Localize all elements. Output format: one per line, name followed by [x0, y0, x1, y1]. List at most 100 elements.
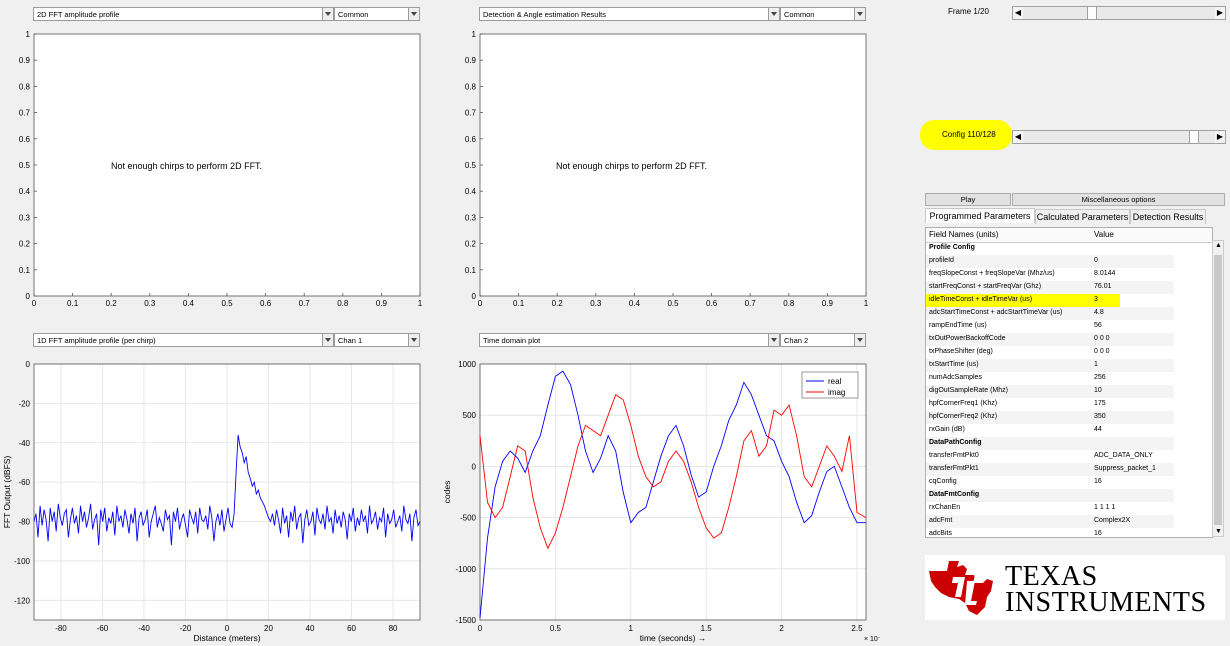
x-tick-label: 40	[306, 624, 315, 633]
slider-right-arrow-icon[interactable]: ▶	[1215, 131, 1225, 143]
table-row[interactable]: txOutPowerBackoffCode 0 0 0	[926, 333, 1174, 346]
x-tick-label: -40	[138, 624, 150, 633]
y-tick-label: 0	[472, 462, 477, 471]
y-tick-label: 500	[463, 411, 477, 420]
panel4-mode-dropdown[interactable]: Chan 2	[780, 333, 866, 347]
value-cell: 3	[1094, 296, 1098, 303]
y-tick-label: 0.3	[465, 213, 477, 222]
panel3-mode-dropdown[interactable]: Chan 1	[334, 333, 420, 347]
panel4-dropdown[interactable]: Time domain plot	[479, 333, 780, 347]
x-tick-label: 0.4	[183, 299, 195, 308]
table-row[interactable]: adcFmt Complex2X	[926, 515, 1174, 528]
tab-programmed-parameters[interactable]: Programmed Parameters	[925, 208, 1035, 223]
play-button[interactable]: Play	[925, 193, 1011, 206]
table-row[interactable]: hpfCornerFreq2 (Khz) 350	[926, 411, 1174, 424]
tab-detection-results[interactable]: Detection Results	[1130, 209, 1206, 224]
table-row[interactable]: numAdcSamples 256	[926, 372, 1174, 385]
table-row[interactable]: startFreqConst + startFreqVar (Ghz) 76.01	[926, 281, 1174, 294]
y-tick-label: 0	[472, 292, 477, 301]
panel2-message: Not enough chirps to perform 2D FFT.	[556, 161, 708, 171]
table-row[interactable]: transferFmtPkt1 Suppress_packet_1	[926, 463, 1174, 476]
value-cell: 0 0 0	[1094, 348, 1110, 355]
field-name-cell: txOutPowerBackoffCode	[929, 335, 1006, 342]
y-tick-label: -1500	[456, 616, 477, 625]
y-tick-label: 0.8	[19, 82, 31, 91]
table-section-row[interactable]: Profile Config	[926, 242, 1174, 255]
y-tick-label: 0.7	[19, 109, 31, 118]
x-tick-label: 0	[225, 624, 230, 633]
y-tick-label: 1	[26, 30, 31, 39]
table-row[interactable]: rxChanEn 1 1 1 1	[926, 502, 1174, 515]
chevron-down-icon	[322, 334, 333, 346]
y-tick-label: 0.8	[465, 82, 477, 91]
table-row[interactable]: digOutSampleRate (Mhz) 10	[926, 385, 1174, 398]
x-tick-label: 0.3	[144, 299, 156, 308]
table-header: Field Names (units) Value	[926, 228, 1212, 243]
frame-slider-thumb[interactable]	[1087, 7, 1097, 19]
table-row[interactable]: txStartTime (us) 1	[926, 359, 1174, 372]
y-tick-label: 0.1	[465, 266, 477, 275]
value-cell: 0	[1094, 257, 1098, 264]
field-name-cell: startFreqConst + startFreqVar (Ghz)	[929, 283, 1042, 290]
chevron-down-icon	[408, 334, 419, 346]
table-row[interactable]: idleTimeConst + idleTimeVar (us) 3	[926, 294, 1120, 307]
x-tick-label: 2	[779, 624, 784, 633]
panel3-dropdown[interactable]: 1D FFT amplitude profile (per chirp)	[33, 333, 334, 347]
field-name-cell: rxGain (dB)	[929, 426, 965, 433]
frame-slider[interactable]: ◀ ▶	[1012, 6, 1226, 20]
table-row[interactable]: transferFmtPkt0 ADC_DATA_ONLY	[926, 450, 1174, 463]
field-names-header: Field Names (units)	[929, 230, 999, 239]
value-cell: 4.8	[1094, 309, 1104, 316]
table-row[interactable]: txPhaseShifter (deg) 0 0 0	[926, 346, 1174, 359]
config-slider-thumb[interactable]	[1189, 131, 1199, 143]
y-tick-label: 1000	[458, 360, 476, 369]
legend-label: real	[828, 377, 842, 386]
x-tick-label: 0.6	[706, 299, 718, 308]
value-cell: 1	[1094, 361, 1098, 368]
field-name-cell: txStartTime (us)	[929, 361, 979, 368]
y-tick-label: 0.2	[465, 240, 477, 249]
y-tick-label: 0.9	[465, 56, 477, 65]
table-row[interactable]: profileId 0	[926, 255, 1174, 268]
field-name-cell: cqConfig	[929, 478, 957, 485]
slider-right-arrow-icon[interactable]: ▶	[1215, 7, 1225, 19]
field-name-cell: adcBits	[929, 530, 952, 537]
slider-left-arrow-icon[interactable]: ◀	[1013, 131, 1023, 143]
table-row[interactable]: rampEndTime (us) 56	[926, 320, 1174, 333]
y-tick-label: 1	[472, 30, 477, 39]
tab-calculated-parameters[interactable]: Calculated Parameters	[1035, 209, 1130, 224]
y-tick-label: 0.7	[465, 109, 477, 118]
panel1-message: Not enough chirps to perform 2D FFT.	[111, 161, 263, 171]
x-tick-label: 0	[32, 299, 37, 308]
scroll-down-icon[interactable]: ▼	[1215, 528, 1222, 535]
table-section-row[interactable]: DataPathConfig	[926, 437, 1174, 450]
table-row[interactable]: freqSlopeConst + freqSlopeVar (Mhz/us) 8.…	[926, 268, 1174, 281]
chevron-down-icon	[854, 334, 865, 346]
value-cell: 350	[1094, 413, 1106, 420]
table-row[interactable]: adcBits 16	[926, 528, 1174, 537]
y-tick-label: -100	[14, 557, 31, 566]
config-slider[interactable]: ◀ ▶	[1012, 130, 1226, 144]
value-cell: Suppress_packet_1	[1094, 465, 1156, 472]
scrollbar-thumb[interactable]	[1214, 255, 1222, 525]
misc-options-button[interactable]: Miscellaneous options	[1012, 193, 1225, 206]
slider-left-arrow-icon[interactable]: ◀	[1013, 7, 1023, 19]
y-axis-label: codes	[442, 481, 452, 504]
value-cell: 10	[1094, 387, 1102, 394]
x-tick-label: -60	[97, 624, 109, 633]
table-row[interactable]: rxGain (dB) 44	[926, 424, 1174, 437]
table-section-row[interactable]: DataFmtConfig	[926, 489, 1174, 502]
table-row[interactable]: hpfCornerFreq1 (Khz) 175	[926, 398, 1174, 411]
table-row[interactable]: adcStartTimeConst + adcStartTimeVar (us)…	[926, 307, 1174, 320]
ti-logo: Texas Instruments	[925, 555, 1225, 620]
table-scrollbar[interactable]: ▲ ▼	[1212, 240, 1224, 537]
ti-logo-mark-icon	[929, 561, 993, 615]
x-tick-label: 0.8	[783, 299, 795, 308]
x-tick-label: 0.6	[260, 299, 272, 308]
table-row[interactable]: cqConfig 16	[926, 476, 1174, 489]
y-tick-label: 0.6	[465, 135, 477, 144]
x-tick-label: 1	[629, 624, 634, 633]
field-name-cell: adcStartTimeConst + adcStartTimeVar (us)	[929, 309, 1063, 316]
y-tick-label: -20	[18, 399, 30, 408]
scroll-up-icon[interactable]: ▲	[1215, 242, 1222, 249]
